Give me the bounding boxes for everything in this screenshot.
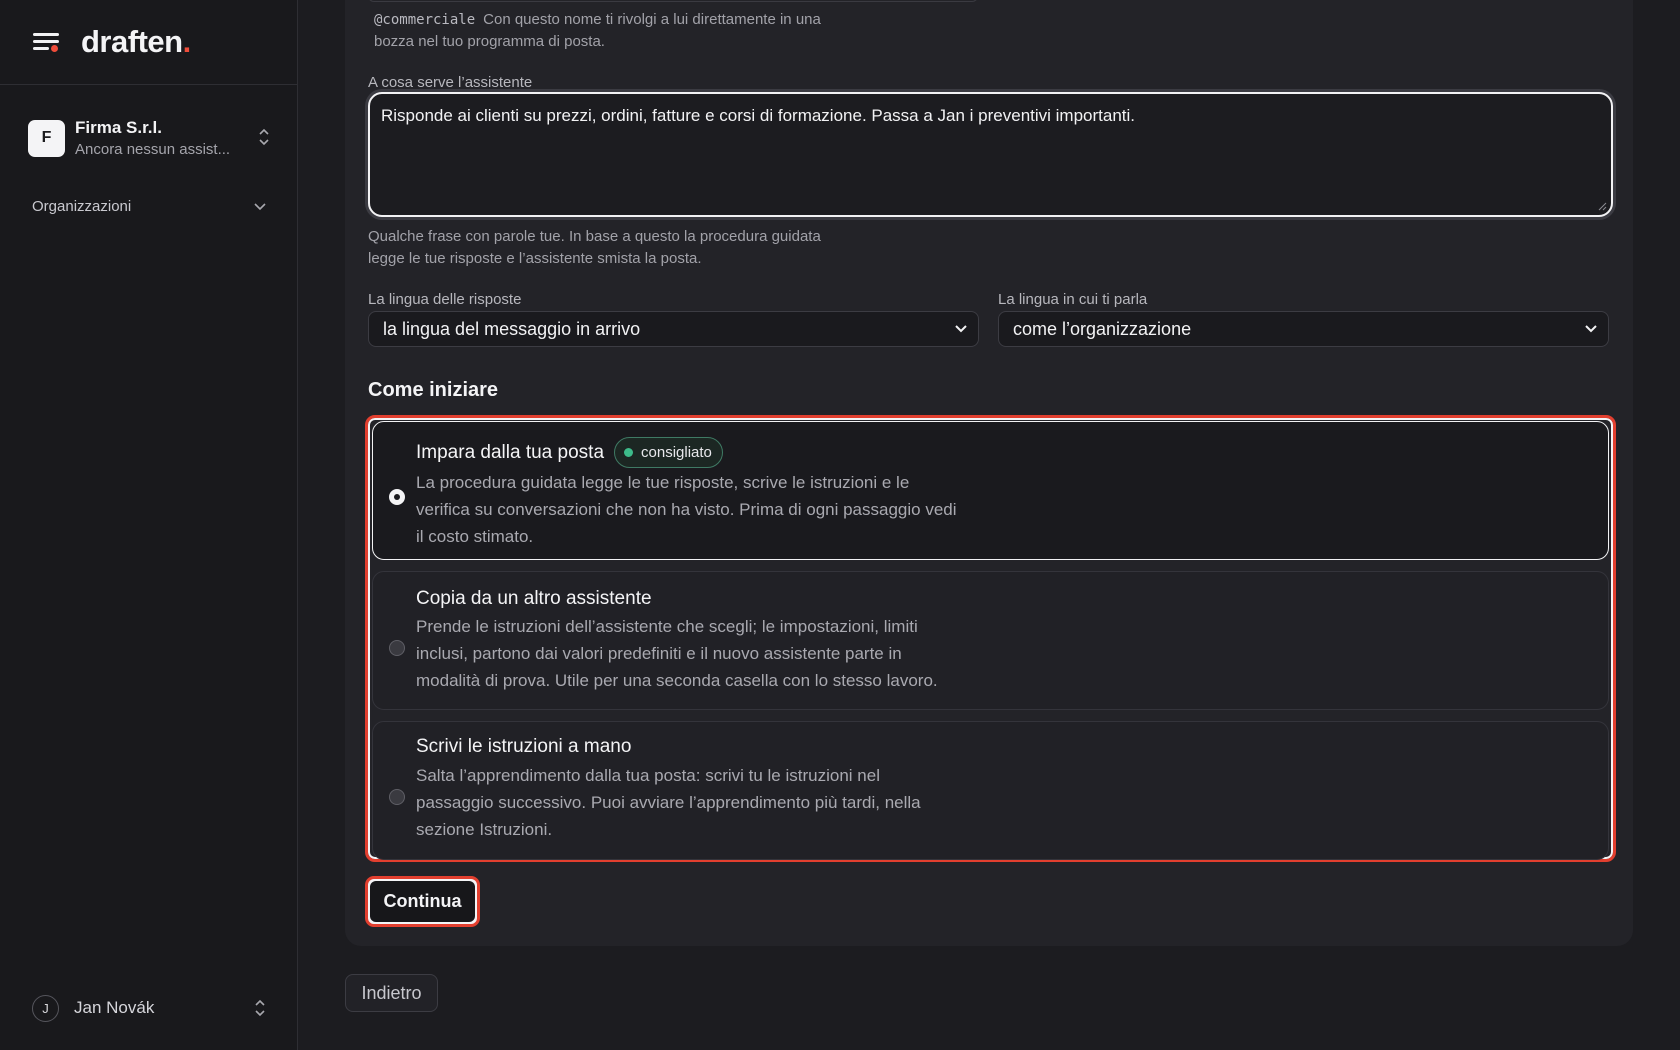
desc-line: La procedura guidata legge le tue rispos… [416,473,910,492]
purpose-hint: Qualche frase con parole tue. In base a … [368,226,968,270]
org-switcher[interactable]: F Firma S.r.l. Ancora nessun assist... [28,115,270,161]
resize-grip-icon[interactable] [1597,201,1607,211]
start-options-group: Impara dalla tua posta consigliato La pr… [365,415,1616,862]
option-description: La procedura guidata legge le tue rispos… [416,469,1026,550]
radio-learn-from-mail[interactable] [389,489,405,505]
purpose-value: Risponde ai clienti su prezzi, ordini, f… [381,106,1136,125]
user-name: Jan Novák [74,998,155,1017]
chevron-down-icon [955,325,967,333]
desc-line: Salta l’apprendimento dalla tua posta: s… [416,766,880,785]
sidebar: draften. F Firma S.r.l. Ancora nessun as… [0,0,298,1050]
handle-hint-line: Con questo nome ti rivolgi a lui diretta… [483,11,821,28]
desc-line: verifica su conversazioni che non ha vis… [416,500,957,519]
handle-hint: @commerciale Con questo nome ti rivolgi a… [374,9,934,53]
chevron-up-down-icon [259,128,269,146]
reply-lang-select[interactable]: la lingua del messaggio in arrivo [368,311,979,347]
reply-lang-value: la lingua del messaggio in arrivo [383,318,641,339]
purpose-hint-line: Qualche frase con parole tue. In base a … [368,228,821,245]
user-menu[interactable]: J Jan Novák [32,994,266,1022]
desc-line: Prende le istruzioni dell’assistente che… [416,617,918,636]
desc-line: il costo stimato. [416,527,534,546]
purpose-label: A cosa serve l’assistente [368,74,533,91]
sidebar-item-label: Organizzazioni [32,198,132,215]
handle-input[interactable] [368,0,978,2]
desc-line: inclusi, partono dai valori predefiniti … [416,644,902,663]
chevron-down-icon [1585,325,1597,333]
option-description: Prende le istruzioni dell’assistente che… [416,613,1026,694]
purpose-hint-line: legge le tue risposte e l’assistente smi… [368,250,702,267]
org-name: Firma S.r.l. [75,118,162,137]
option-learn-from-mail[interactable]: Impara dalla tua posta consigliato La pr… [372,421,1609,560]
desc-line: passaggio successivo. Puoi avviare l’app… [416,793,921,812]
app: draften. F Firma S.r.l. Ancora nessun as… [0,0,1680,1050]
talk-lang-value: come l’organizzazione [1013,318,1192,339]
status-dot-icon [624,448,634,457]
back-button[interactable]: Indietro [345,974,438,1012]
option-copy-assistant[interactable]: Copia da un altro assistente Prende le i… [372,571,1609,710]
sidebar-header: draften. [0,0,297,85]
brand-period: . [182,24,192,59]
desc-line: modalità di prova. Utile per una seconda… [416,671,938,690]
continue-button[interactable]: Continua [365,876,480,927]
start-section-title: Come iniziare [368,379,499,401]
handle-hint-line: bozza nel tuo programma di posta. [374,33,605,50]
talk-lang-label: La lingua in cui ti parla [998,291,1148,308]
option-title: Scrivi le istruzioni a mano [416,736,632,757]
avatar: J [32,994,59,1022]
talk-lang-select[interactable]: come l’organizzazione [998,311,1609,347]
radio-copy-assistant[interactable] [389,640,405,656]
badge-label: consigliato [641,444,712,461]
radio-write-manually[interactable] [389,789,405,805]
purpose-textarea[interactable]: Risponde ai clienti su prezzi, ordini, f… [368,92,1613,217]
option-write-manually[interactable]: Scrivi le istruzioni a mano Salta l’appr… [372,721,1609,860]
reply-lang-label: La lingua delle risposte [368,291,522,308]
org-subtitle: Ancora nessun assist... [75,141,231,158]
brand-logo[interactable]: draften. [81,24,191,60]
option-title: Copia da un altro assistente [416,588,652,609]
chevron-up-down-icon [255,999,265,1017]
org-avatar: F [28,119,65,157]
continue-label: Continua [370,881,475,922]
brand-name: draften [81,24,183,59]
desc-line: sezione Istruzioni. [416,820,553,839]
option-title: Impara dalla tua posta consigliato [416,437,723,468]
handle-code: @commerciale [374,12,476,28]
option-description: Salta l’apprendimento dalla tua posta: s… [416,762,1026,843]
recommended-badge: consigliato [614,437,723,468]
chevron-down-icon [254,202,266,210]
sidebar-item-organizations[interactable]: Organizzazioni [32,198,266,215]
menu-icon[interactable] [33,29,61,55]
option-title-text: Impara dalla tua posta [416,441,605,463]
